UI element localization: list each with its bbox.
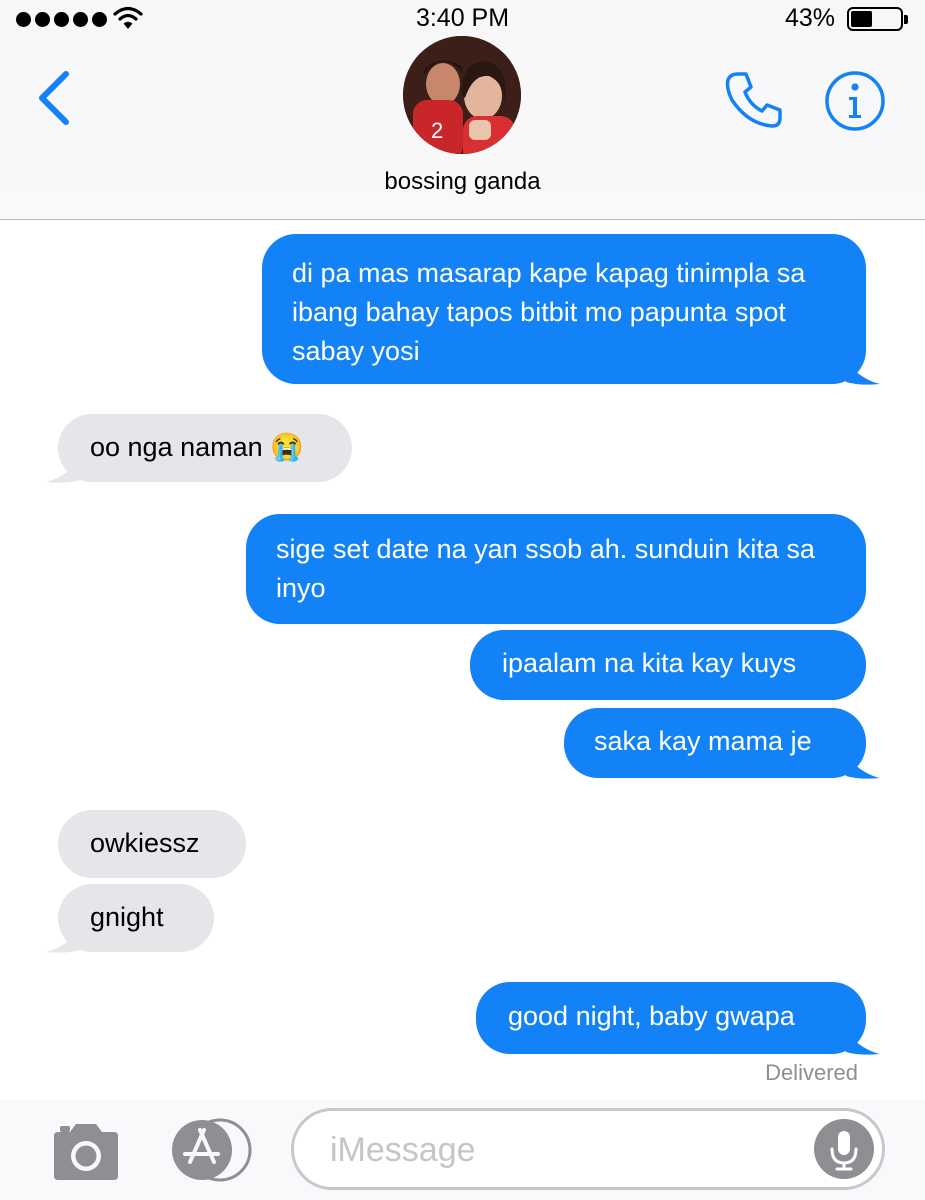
avatar-photo: 2 xyxy=(403,36,521,154)
message-text: saka kay mama je xyxy=(594,726,812,756)
svg-text:2: 2 xyxy=(431,118,443,143)
battery-icon xyxy=(847,7,908,31)
message-text: oo nga naman 😭 xyxy=(90,432,304,462)
message-text: good night, baby gwapa xyxy=(508,1001,795,1031)
received-message-bubble[interactable]: gnight xyxy=(58,884,214,952)
bubble-tail xyxy=(46,460,80,483)
message-text: ipaalam na kita kay kuys xyxy=(502,648,797,678)
bubble-tail xyxy=(846,362,880,385)
delivery-status: Delivered xyxy=(765,1060,858,1085)
battery-percentage: 43% xyxy=(784,4,835,32)
contact-name[interactable]: bossing ganda xyxy=(0,168,925,196)
bubble-tail xyxy=(846,1032,880,1055)
microphone-button[interactable] xyxy=(814,1119,874,1179)
info-icon[interactable] xyxy=(824,70,886,132)
app-store-icon[interactable] xyxy=(170,1118,254,1182)
bubble-tail xyxy=(846,756,880,779)
message-thread[interactable]: di pa mas masarap kape kapag tinimpla sa… xyxy=(0,220,925,1100)
received-message-bubble[interactable]: owkiessz xyxy=(58,810,246,878)
phone-icon[interactable] xyxy=(724,70,784,130)
message-input-field[interactable] xyxy=(291,1108,885,1190)
message-text: di pa mas masarap kape kapag tinimpla sa… xyxy=(292,258,806,366)
received-message-bubble[interactable]: oo nga naman 😭 xyxy=(58,414,352,482)
bubble-tail xyxy=(46,930,80,953)
sent-message-bubble[interactable]: good night, baby gwapa xyxy=(476,982,866,1054)
camera-icon[interactable] xyxy=(50,1122,122,1182)
message-text: gnight xyxy=(90,902,164,932)
message-text: sige set date na yan ssob ah. sunduin ki… xyxy=(276,534,815,603)
sent-message-bubble[interactable]: sige set date na yan ssob ah. sunduin ki… xyxy=(246,514,866,624)
sent-message-bubble[interactable]: saka kay mama je xyxy=(564,708,866,778)
microphone-icon xyxy=(830,1131,858,1171)
sent-message-bubble[interactable]: ipaalam na kita kay kuys xyxy=(470,630,866,700)
status-bar: 3:40 PM 43% xyxy=(0,0,925,36)
message-input[interactable] xyxy=(328,1121,792,1179)
chevron-left-icon[interactable] xyxy=(34,70,74,126)
sent-message-bubble[interactable]: di pa mas masarap kape kapag tinimpla sa… xyxy=(262,234,866,384)
message-text: owkiessz xyxy=(90,828,200,858)
contact-avatar[interactable]: 2 xyxy=(403,36,521,154)
conversation-header: 3:40 PM 43% 2 bossing ganda xyxy=(0,0,925,220)
